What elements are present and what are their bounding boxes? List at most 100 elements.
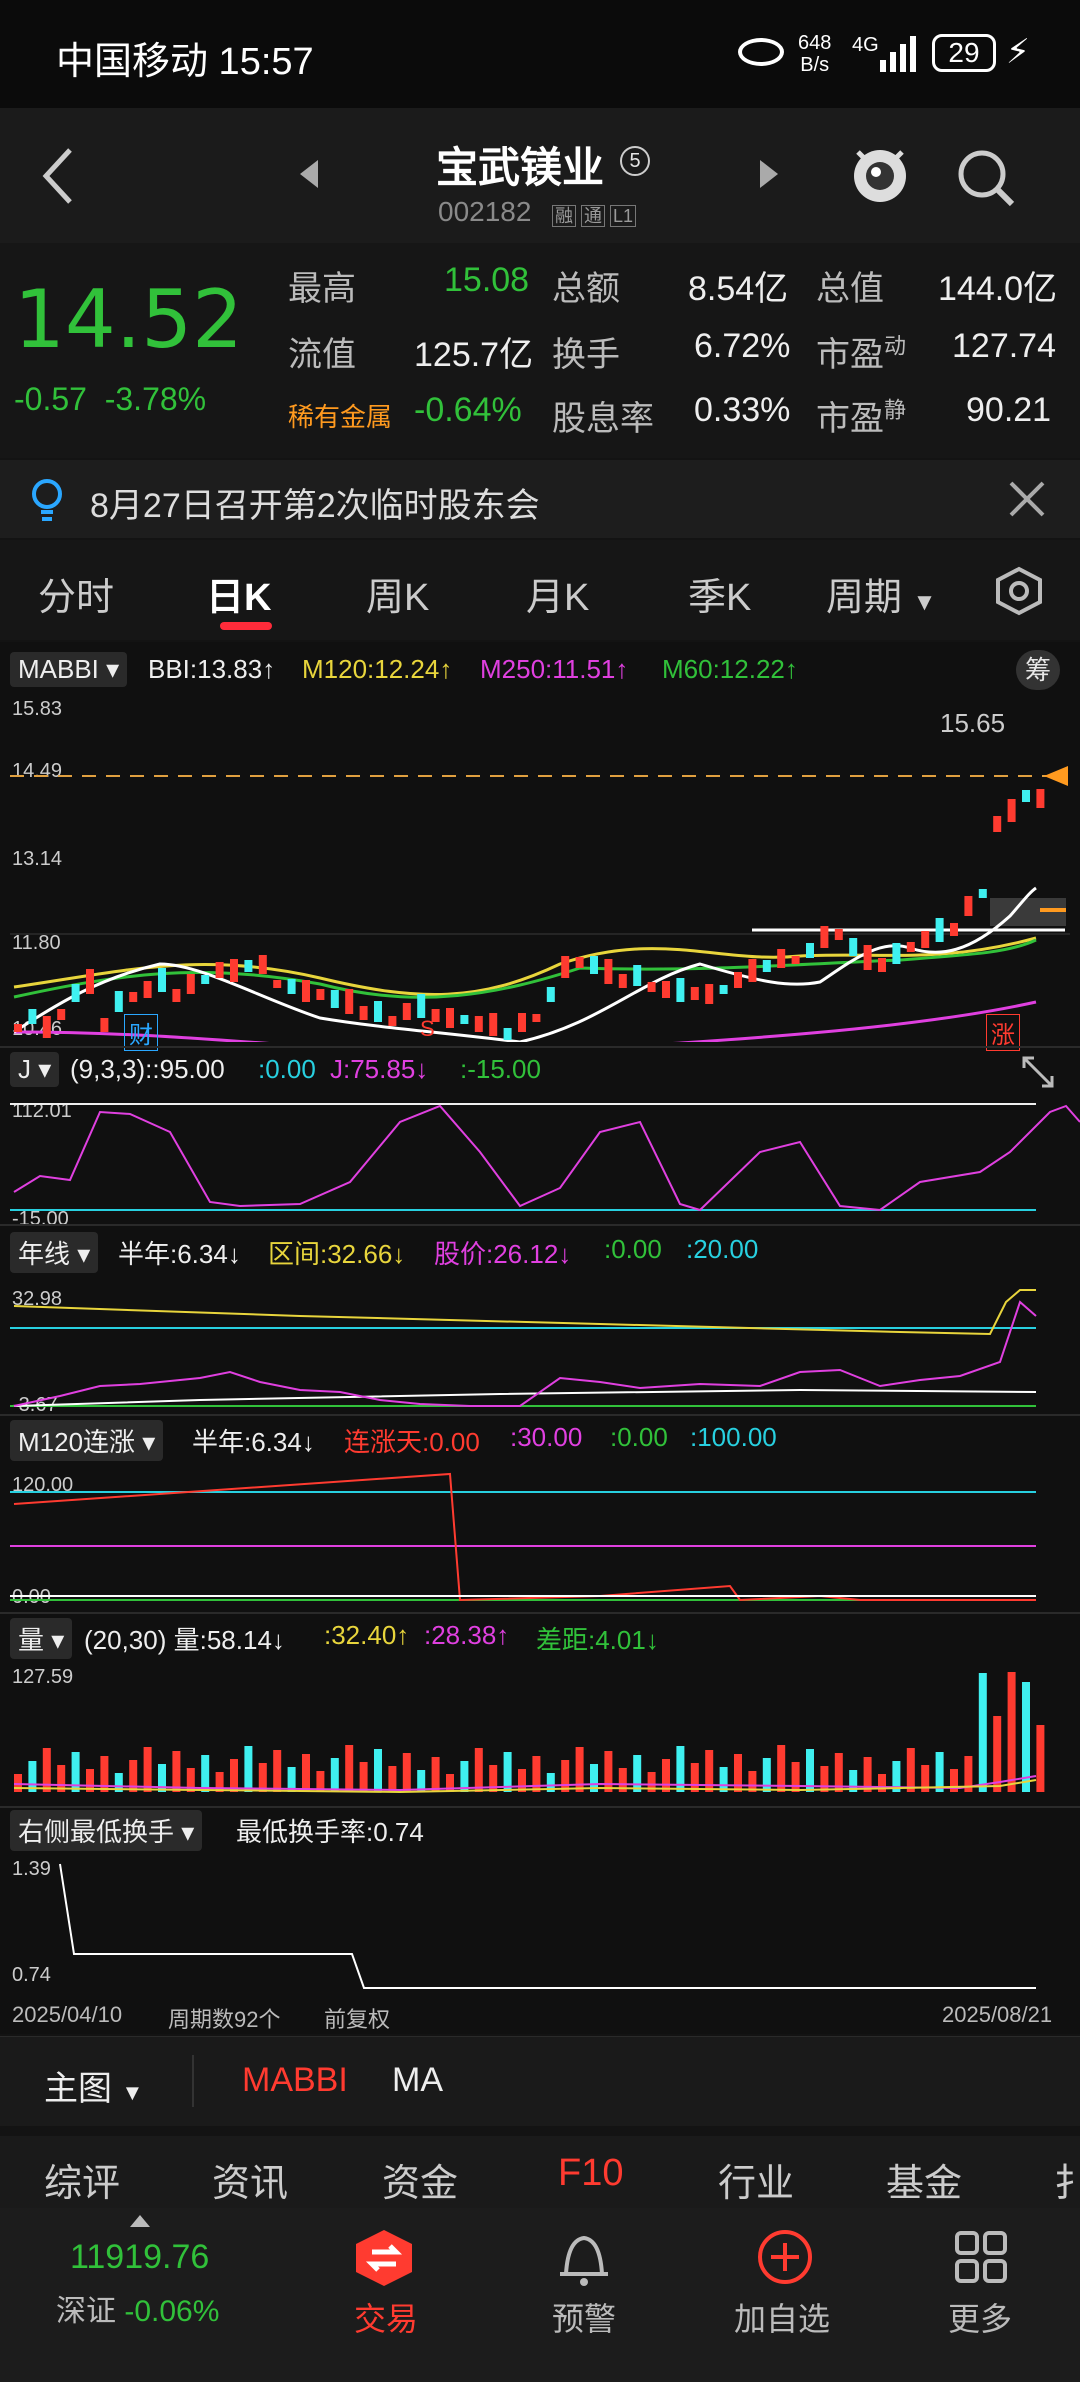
label-turnover: 换手 <box>552 336 620 374</box>
candle <box>575 957 584 968</box>
indicator-mabbi[interactable]: MABBI <box>242 2061 348 2100</box>
settings-hex-icon[interactable] <box>994 566 1044 621</box>
candle <box>978 889 987 898</box>
tab-monthly[interactable]: 月K <box>526 566 589 621</box>
bell-icon[interactable] <box>556 2230 612 2293</box>
value-float: 125.7亿 <box>414 336 534 374</box>
candle <box>14 1024 22 1032</box>
close-icon[interactable] <box>1008 480 1046 523</box>
candle <box>590 956 598 974</box>
stock-code: 002182 <box>438 196 532 227</box>
value-turnover: 6.72% <box>694 327 791 365</box>
expand-icon[interactable] <box>1020 1054 1056 1095</box>
tab-f10[interactable]: F10 <box>558 2152 623 2195</box>
year-zero: :0.00 <box>604 1234 662 1264</box>
tab-overview[interactable]: 综评 <box>44 2152 120 2207</box>
candle <box>446 1008 454 1028</box>
notice-text: 8月27日召开第2次临时股东会 <box>90 487 540 525</box>
tab-weekly[interactable]: 周K <box>366 566 429 621</box>
volume-indicator-select[interactable]: 量 ▾ <box>10 1618 73 1659</box>
volume-bar <box>474 1748 483 1792</box>
quote-panel: 14.52 -0.57 -3.78% 最高 15.08 总额 8.54亿 总值 … <box>0 243 1080 458</box>
candle <box>244 960 253 972</box>
value-high: 15.08 <box>444 261 530 299</box>
index-value[interactable]: 11919.76 <box>70 2238 209 2277</box>
candle <box>345 989 354 1014</box>
event-s[interactable]: S <box>420 1016 435 1042</box>
candle <box>186 974 195 994</box>
kdj-chart <box>10 1103 1080 1212</box>
kdj-indicator-select[interactable]: J ▾ <box>10 1052 60 1087</box>
bulb-icon <box>30 478 64 527</box>
last-price: 14.52 <box>14 273 244 366</box>
kline-chart <box>10 766 1070 1042</box>
stock-tags: 融 通 L1 <box>552 202 637 228</box>
tab-daily[interactable]: 日K <box>206 566 271 621</box>
main-chart-select[interactable]: 主图 ▼ <box>44 2061 143 2110</box>
candle <box>849 938 858 956</box>
label-pe-dyn: 市盈动 <box>816 333 907 374</box>
chip-button[interactable]: 筹 <box>1016 650 1060 690</box>
kdj-j: J:75.85↓ <box>330 1054 429 1084</box>
candle <box>748 959 757 982</box>
alert-label[interactable]: 预警 <box>552 2294 616 2340</box>
value-dividend: 0.33% <box>694 391 791 429</box>
more-label[interactable]: 更多 <box>948 2294 1012 2340</box>
tab-fund-flow[interactable]: 资金 <box>382 2152 458 2207</box>
index-line[interactable]: 深证 -0.06% <box>56 2286 219 2330</box>
sector-name[interactable]: 稀有金属 <box>288 397 392 434</box>
volume-bar <box>993 1716 1002 1792</box>
add-watchlist-label[interactable]: 加自选 <box>734 2294 830 2340</box>
volume-bar <box>143 1747 152 1792</box>
candle <box>806 943 814 958</box>
grid-icon[interactable] <box>954 2230 1008 2289</box>
add-circle-icon[interactable] <box>756 2228 814 2291</box>
candle <box>561 956 570 978</box>
turnover-indicator-select[interactable]: 右侧最低换手 ▾ <box>10 1810 203 1851</box>
chart-area[interactable]: MABBI ▾ BBI:13.83↑ M120:12.24↑ M250:11.5… <box>0 642 1080 2034</box>
eye-icon <box>738 38 784 66</box>
next-stock-icon[interactable] <box>758 160 778 193</box>
status-bar: 中国移动 15:57 648 B/s 4G 29 ⚡ <box>0 0 1080 108</box>
candle <box>705 984 714 1004</box>
m120-zero: :0.00 <box>610 1422 668 1452</box>
tab-intraday[interactable]: 分时 <box>38 566 114 621</box>
candle <box>1007 799 1016 822</box>
tab-period[interactable]: 周期 ▼ <box>826 566 936 621</box>
year-indicator-select[interactable]: 年线 ▾ <box>10 1232 99 1273</box>
m120-indicator-select[interactable]: M120连涨 ▾ <box>10 1420 164 1461</box>
label-mktcap: 总值 <box>816 270 884 308</box>
back-icon[interactable] <box>40 146 74 211</box>
candle <box>158 968 166 992</box>
tab-industry[interactable]: 行业 <box>718 2152 794 2207</box>
prev-stock-icon[interactable] <box>300 160 320 193</box>
stock-name: 宝武镁业 <box>436 144 605 191</box>
candle <box>201 975 210 984</box>
trade-icon[interactable] <box>352 2228 416 2293</box>
m60-value: M60:12.22↑ <box>662 654 798 684</box>
notice-bar[interactable]: 8月27日召开第2次临时股东会 <box>0 460 1080 538</box>
candle <box>474 1016 483 1032</box>
volume-bar <box>374 1749 382 1792</box>
turnover-value: 最低换手率:0.74 <box>236 1817 424 1847</box>
candle <box>143 981 152 998</box>
net-speed: 648 B/s <box>798 32 832 76</box>
divider <box>0 1806 1080 1808</box>
bbi-value: BBI:13.83↑ <box>148 654 276 684</box>
tab-more-partial[interactable]: 扌 <box>1054 2152 1080 2207</box>
year-chart <box>10 1289 1037 1407</box>
tab-quarterly[interactable]: 季K <box>688 566 751 621</box>
indicator-ma[interactable]: MA <box>392 2061 443 2100</box>
mascot-icon[interactable] <box>850 142 910 211</box>
trade-label[interactable]: 交易 <box>354 2294 418 2340</box>
tab-news[interactable]: 资讯 <box>212 2152 288 2207</box>
tab-funds[interactable]: 基金 <box>886 2152 962 2207</box>
volume-bar <box>388 1766 397 1792</box>
main-indicator-select[interactable]: MABBI ▾ <box>10 652 128 687</box>
date-end: 2025/08/21 <box>942 2002 1053 2027</box>
search-icon[interactable] <box>956 148 1016 213</box>
candle <box>417 994 426 1018</box>
candle <box>993 816 1002 832</box>
candle <box>28 1009 37 1024</box>
value-pe-dyn: 127.74 <box>952 327 1056 365</box>
